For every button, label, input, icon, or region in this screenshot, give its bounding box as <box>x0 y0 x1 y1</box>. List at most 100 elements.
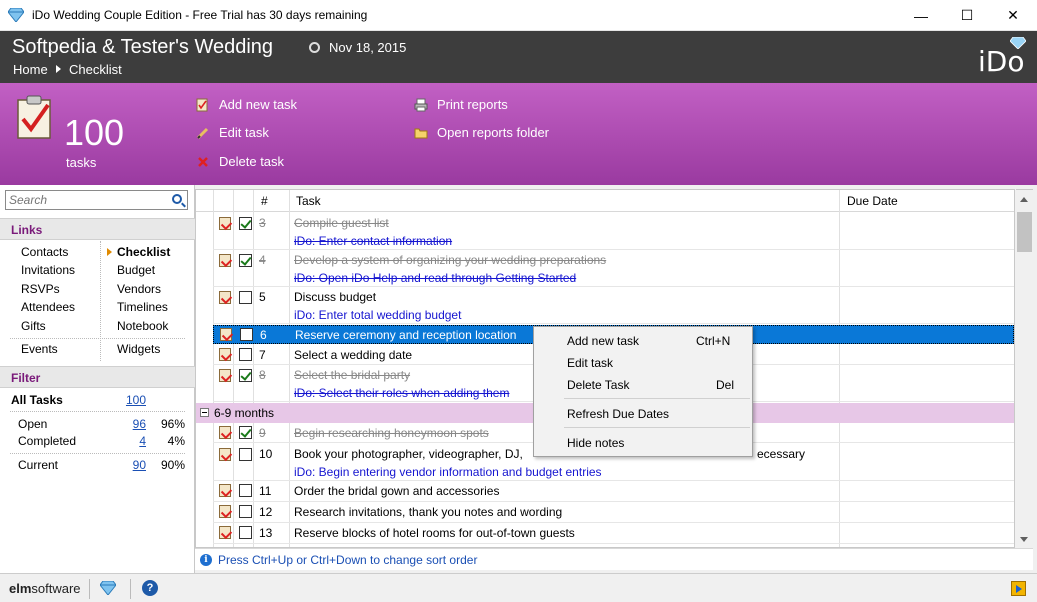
task-note[interactable]: iDo: Enter contact information <box>294 234 452 248</box>
collapse-icon[interactable] <box>200 408 209 417</box>
task-icon <box>220 328 232 341</box>
column-header-number[interactable]: # <box>261 194 268 208</box>
task-row[interactable]: 13 Reserve blocks of hotel rooms for out… <box>213 523 1014 544</box>
task-row[interactable]: 3 Compile guest list iDo: Enter contact … <box>213 213 1014 250</box>
task-checkbox[interactable] <box>239 254 252 267</box>
sidebar-link-timelines[interactable]: Timelines <box>117 300 168 314</box>
task-icon <box>219 348 231 361</box>
menu-item-hide-notes[interactable]: Hide notes <box>534 432 752 454</box>
sidebar-link-events[interactable]: Events <box>21 342 58 356</box>
sidebar-link-gifts[interactable]: Gifts <box>21 319 46 333</box>
delete-x-icon <box>196 155 210 169</box>
task-checkbox[interactable] <box>239 369 252 382</box>
vertical-scrollbar[interactable] <box>1016 189 1033 548</box>
menu-item-shortcut: Del <box>716 378 735 392</box>
task-note[interactable]: iDo: Enter total wedding budget <box>294 308 461 322</box>
menu-separator <box>564 427 750 428</box>
scroll-down-icon[interactable] <box>1020 537 1028 542</box>
filter-completed-count[interactable]: 4 <box>116 434 146 448</box>
menu-item-delete-task[interactable]: Delete Task Del <box>534 374 752 396</box>
task-checkbox[interactable] <box>239 348 252 361</box>
help-icon[interactable]: ? <box>142 580 158 596</box>
edit-task-button[interactable]: Edit task <box>196 125 269 140</box>
task-row[interactable]: 12 Research invitations, thank you notes… <box>213 502 1014 523</box>
sidebar-link-contacts[interactable]: Contacts <box>21 245 68 259</box>
filter-open-label: Open <box>18 417 48 431</box>
group-label: 6-9 months <box>214 406 275 420</box>
add-task-icon <box>196 98 210 112</box>
menu-item-label: Refresh Due Dates <box>567 407 670 421</box>
scroll-thumb[interactable] <box>1017 212 1032 252</box>
links-divider <box>10 338 185 339</box>
elmsoftware-logo[interactable]: elmsoftware <box>9 581 81 596</box>
sidebar-link-notebook[interactable]: Notebook <box>117 319 168 333</box>
task-note[interactable]: iDo: Begin entering vendor information a… <box>294 465 602 479</box>
search-box[interactable] <box>5 190 188 210</box>
play-icon[interactable] <box>1011 581 1026 596</box>
menu-item-refresh-due-dates[interactable]: Refresh Due Dates <box>534 403 752 425</box>
sidebar-link-budget[interactable]: Budget <box>117 263 155 277</box>
diamond-icon[interactable] <box>100 581 116 595</box>
task-checkbox[interactable] <box>239 526 252 539</box>
scroll-up-icon[interactable] <box>1020 197 1028 202</box>
task-note[interactable]: iDo: Select their roles when adding them <box>294 386 509 400</box>
task-name: Compile guest list <box>294 216 389 230</box>
task-checkbox[interactable] <box>239 505 252 518</box>
task-number: 13 <box>259 526 273 540</box>
open-reports-folder-button[interactable]: Open reports folder <box>414 125 549 140</box>
sidebar-link-attendees[interactable]: Attendees <box>21 300 75 314</box>
add-task-button[interactable]: Add new task <box>196 97 297 112</box>
task-row[interactable]: 4 Develop a system of organizing your we… <box>213 250 1014 287</box>
task-checkbox[interactable] <box>239 484 252 497</box>
close-button[interactable]: ✕ <box>990 0 1036 31</box>
task-checkbox[interactable] <box>240 328 253 341</box>
filter-current-count[interactable]: 90 <box>116 458 146 472</box>
task-note[interactable]: iDo: Open iDo Help and read through Gett… <box>294 271 576 285</box>
task-name: Order the bridal gown and accessories <box>294 484 500 498</box>
print-reports-button[interactable]: Print reports <box>414 97 508 112</box>
sidebar-link-invitations[interactable]: Invitations <box>21 263 75 277</box>
column-header-due-date[interactable]: Due Date <box>847 194 898 208</box>
task-row[interactable]: 5 Discuss budget iDo: Enter total weddin… <box>213 287 1014 324</box>
context-menu: Add new task Ctrl+N Edit task Delete Tas… <box>533 326 753 457</box>
task-checkbox[interactable] <box>239 426 252 439</box>
diamond-icon <box>1010 37 1026 49</box>
window-title: iDo Wedding Couple Edition - Free Trial … <box>32 8 368 22</box>
folder-icon <box>414 126 428 140</box>
task-checkbox[interactable] <box>239 291 252 304</box>
task-name: Reserve ceremony and reception location <box>295 328 517 342</box>
info-bar: i Press Ctrl+Up or Ctrl+Down to change s… <box>195 548 1033 570</box>
task-number: 3 <box>259 216 266 230</box>
minimize-button[interactable]: — <box>898 0 944 31</box>
task-checkbox[interactable] <box>239 217 252 230</box>
delete-task-button[interactable]: Delete task <box>196 154 284 169</box>
column-header-task[interactable]: Task <box>296 194 321 208</box>
menu-item-edit-task[interactable]: Edit task <box>534 352 752 374</box>
task-name-tail: ecessary <box>757 447 806 461</box>
breadcrumb-home[interactable]: Home <box>13 62 48 77</box>
filter-open-percent: 96% <box>160 417 185 431</box>
search-input[interactable] <box>9 193 164 207</box>
edit-task-label: Edit task <box>219 125 269 140</box>
search-icon[interactable] <box>172 194 182 204</box>
filter-open-count[interactable]: 96 <box>116 417 146 431</box>
task-row[interactable]: 11 Order the bridal gown and accessories <box>213 481 1014 502</box>
open-reports-folder-label: Open reports folder <box>437 125 550 140</box>
app-header: Softpedia & Tester's Wedding Nov 18, 201… <box>0 31 1037 83</box>
menu-item-add-new-task[interactable]: Add new task Ctrl+N <box>534 330 752 352</box>
info-icon: i <box>200 554 212 566</box>
task-checkbox[interactable] <box>239 448 252 461</box>
maximize-button[interactable]: ☐ <box>944 0 990 31</box>
menu-item-shortcut: Ctrl+N <box>696 334 731 348</box>
wedding-date[interactable]: Nov 18, 2015 <box>329 40 406 55</box>
sidebar-link-vendors[interactable]: Vendors <box>117 282 161 296</box>
sidebar-link-rsvps[interactable]: RSVPs <box>21 282 60 296</box>
sidebar-link-widgets[interactable]: Widgets <box>117 342 160 356</box>
task-icon <box>219 217 231 230</box>
sidebar-link-checklist[interactable]: Checklist <box>117 245 170 259</box>
menu-item-label: Hide notes <box>567 436 625 450</box>
diamond-icon <box>8 8 24 22</box>
task-number: 11 <box>259 484 272 498</box>
task-number: 9 <box>259 426 266 440</box>
filter-all-count[interactable]: 100 <box>116 393 146 407</box>
